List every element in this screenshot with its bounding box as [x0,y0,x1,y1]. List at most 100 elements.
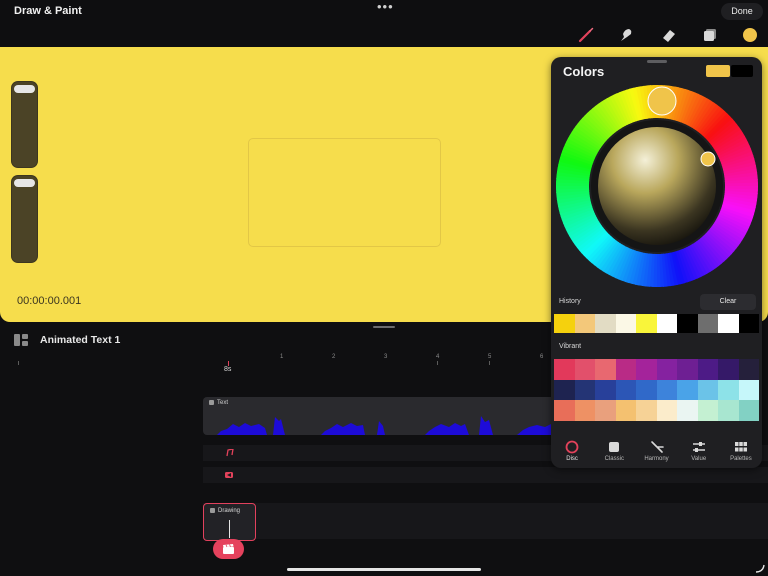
palette-swatch[interactable] [615,400,636,421]
palette-swatch[interactable] [697,400,718,421]
timeline-title: Animated Text 1 [40,334,121,346]
previous-color-swatch[interactable] [731,65,753,77]
ruler-tick-label: 2 [332,354,336,360]
brush-opacity-slider[interactable] [12,176,37,262]
brush-opacity-slider-thumb[interactable] [14,179,35,187]
current-color-swatch[interactable] [706,65,730,77]
text-animation-waveform [217,416,561,435]
video-track-icon[interactable] [225,471,235,479]
palette-swatch[interactable] [656,379,677,401]
palette-swatch[interactable] [718,359,739,380]
color-picker-thumb[interactable] [700,151,716,167]
history-swatch[interactable] [677,314,698,333]
text-box[interactable] [248,138,441,247]
app-title: Draw & Paint [14,5,82,17]
history-swatch[interactable] [595,314,616,333]
tab-value[interactable]: Value [678,434,720,468]
hue-ring-thumb[interactable] [647,86,677,116]
history-swatch[interactable] [718,314,739,333]
timeline-drag-handle[interactable] [373,326,395,328]
color-disc[interactable] [555,84,759,288]
clip-type-icon [210,508,215,513]
ruler-tick-label: 6 [540,354,544,360]
add-clip-button[interactable] [213,539,244,559]
more-options-button[interactable]: ••• [377,0,394,14]
palette-swatch[interactable] [656,400,677,421]
home-indicator [287,568,481,571]
palette-swatch[interactable] [738,379,759,401]
palette-swatch[interactable] [574,379,595,401]
ruler-tick [489,361,490,365]
tab-disc[interactable]: Disc [551,434,593,468]
tab-classic[interactable]: Classic [593,434,635,468]
palette-swatch[interactable] [738,359,759,380]
history-swatch[interactable] [738,314,759,333]
timecode: 00:00:00.001 [17,295,82,307]
current-color-button[interactable] [743,28,757,42]
history-swatch[interactable] [574,314,595,333]
palette-swatch[interactable] [677,359,698,380]
palette-swatch[interactable] [656,359,677,380]
ruler-tick-label: 3 [384,354,388,360]
tab-palettes-label: Palettes [730,456,752,462]
brush-icon[interactable] [577,26,595,44]
ruler-tick-label: 5 [488,354,492,360]
palette-swatch[interactable] [554,359,575,380]
palette-swatch[interactable] [636,400,657,421]
disc-icon [565,440,579,454]
palette-swatch[interactable] [595,359,616,380]
history-swatch[interactable] [656,314,677,333]
palette-swatch[interactable] [615,359,636,380]
classic-icon [607,440,621,454]
done-button[interactable]: Done [721,3,763,20]
drawing-lane [203,503,768,539]
tab-harmony[interactable]: Harmony [635,434,677,468]
palette-swatches [554,359,759,421]
scene-icon[interactable] [14,334,28,346]
eraser-icon[interactable] [660,26,678,44]
text-clip[interactable]: Text [203,397,578,435]
palette-swatch[interactable] [677,379,698,401]
colors-panel: Colors History Clear Vibrant Disc Classi… [551,57,762,468]
tab-palettes[interactable]: Palettes [720,434,762,468]
ruler-tick-label: 1 [280,354,284,360]
palette-swatch[interactable] [677,400,698,421]
clip-type-icon [209,400,214,405]
palette-swatch[interactable] [636,359,657,380]
ruler-tick-label: 4 [436,354,440,360]
brush-size-slider-thumb[interactable] [14,85,35,93]
color-mode-tabs: Disc Classic Harmony Value Palettes [551,434,762,468]
palette-swatch[interactable] [574,400,595,421]
drawing-clip[interactable]: Drawing [203,503,256,541]
palette-swatch[interactable] [636,379,657,401]
palette-swatch[interactable] [697,379,718,401]
history-swatch[interactable] [697,314,718,333]
palette-swatch[interactable] [595,400,616,421]
tab-classic-label: Classic [604,456,624,462]
resize-handle-icon[interactable] [754,562,766,574]
drawing-clip-label: Drawing [210,508,240,514]
palette-swatch[interactable] [718,400,739,421]
brush-size-slider[interactable] [12,82,37,167]
audio-track-icon[interactable] [225,449,235,457]
palette-swatch[interactable] [554,379,575,401]
palettes-icon [734,440,748,454]
value-icon [692,440,706,454]
panel-grabber[interactable] [647,60,667,63]
clear-history-button[interactable]: Clear [700,294,756,310]
palette-swatch[interactable] [738,400,759,421]
history-swatch[interactable] [615,314,636,333]
palette-swatch[interactable] [718,379,739,401]
palette-label: Vibrant [559,343,582,350]
palette-swatch[interactable] [615,379,636,401]
history-swatch[interactable] [554,314,575,333]
tab-disc-label: Disc [566,456,578,462]
palette-swatch[interactable] [574,359,595,380]
smudge-icon[interactable] [617,26,635,44]
palette-swatch[interactable] [697,359,718,380]
palette-swatch[interactable] [554,400,575,421]
palette-swatch[interactable] [595,379,616,401]
saturation-brightness-disc[interactable] [598,127,716,245]
history-swatch[interactable] [636,314,657,333]
layers-icon[interactable] [701,26,719,44]
